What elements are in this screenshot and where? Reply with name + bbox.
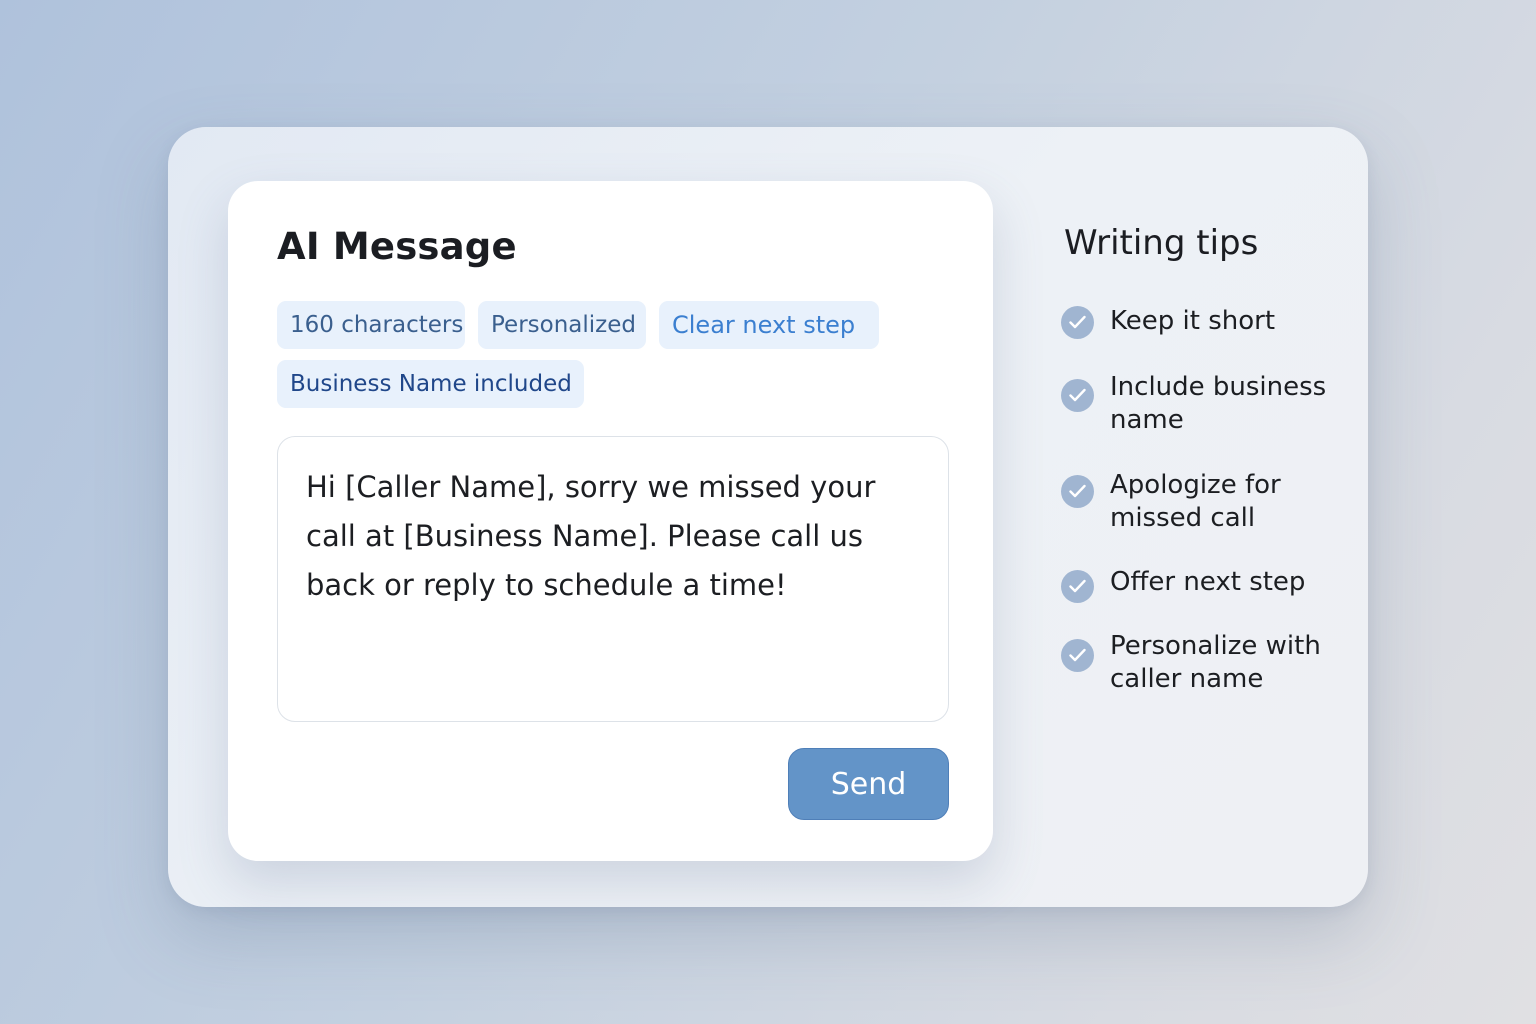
tip-text: Offer next step: [1110, 567, 1306, 597]
tip-text: Personalize with caller name: [1110, 631, 1321, 694]
ai-message-card: AI Message 160 characters Personalized C…: [228, 181, 993, 861]
chip-character-count: 160 characters: [277, 301, 465, 349]
chip-business-name-included: Business Name included: [277, 360, 584, 408]
tips-title: Writing tips: [1064, 223, 1259, 263]
chip-personalized: Personalized: [478, 301, 646, 349]
chip-clear-next-step: Clear next step: [659, 301, 879, 349]
tip-text: Keep it short: [1110, 306, 1276, 336]
message-panel: AI Message 160 characters Personalized C…: [168, 127, 1368, 907]
card-title: AI Message: [277, 225, 517, 268]
check-circle-icon: [1061, 379, 1094, 412]
tip-text: Apologize for missed call: [1110, 470, 1281, 533]
message-textarea[interactable]: Hi [Caller Name], sorry we missed your c…: [277, 436, 949, 722]
check-circle-icon: [1061, 475, 1094, 508]
check-circle-icon: [1061, 570, 1094, 603]
check-circle-icon: [1061, 639, 1094, 672]
tip-text: Include business name: [1110, 372, 1327, 435]
send-button[interactable]: Send: [788, 748, 949, 820]
check-circle-icon: [1061, 306, 1094, 339]
